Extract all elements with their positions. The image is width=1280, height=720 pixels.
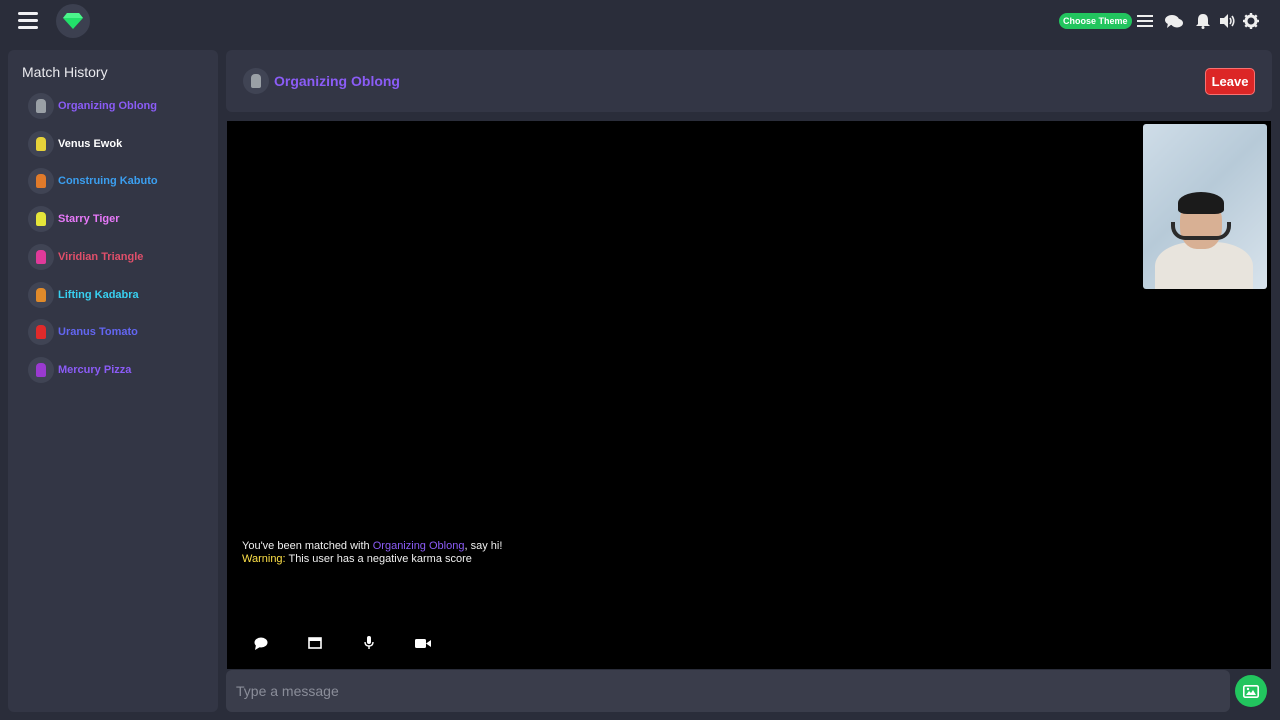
warning-label: Warning: bbox=[242, 553, 286, 565]
match-history-item[interactable]: Construing Kabuto bbox=[28, 167, 213, 195]
gear-icon[interactable] bbox=[1241, 11, 1261, 31]
match-message: You've been matched with Organizing Oblo… bbox=[242, 540, 502, 552]
match-avatar bbox=[28, 356, 54, 383]
warning-message: Warning: This user has a negative karma … bbox=[242, 553, 472, 565]
match-name: Viridian Triangle bbox=[58, 250, 144, 263]
bell-icon[interactable] bbox=[1193, 11, 1213, 31]
gem-logo-icon[interactable] bbox=[56, 4, 90, 38]
match-avatar bbox=[28, 168, 54, 195]
match-message-partner[interactable]: Organizing Oblong bbox=[373, 540, 465, 552]
image-upload-icon[interactable] bbox=[1235, 675, 1267, 707]
match-history-item[interactable]: Lifting Kadabra bbox=[28, 281, 213, 309]
speaker-icon[interactable] bbox=[1218, 11, 1238, 31]
window-icon[interactable] bbox=[307, 635, 323, 651]
top-bar: Choose Theme bbox=[0, 0, 1280, 42]
match-history-item[interactable]: Mercury Pizza bbox=[28, 356, 213, 384]
choose-theme-button[interactable]: Choose Theme bbox=[1059, 13, 1132, 29]
match-name: Organizing Oblong bbox=[58, 100, 157, 112]
video-camera-icon[interactable] bbox=[415, 635, 431, 651]
match-message-suffix: , say hi! bbox=[464, 540, 503, 552]
chat-header: Organizing Oblong Leave bbox=[226, 50, 1272, 112]
match-name: Venus Ewok bbox=[58, 137, 123, 150]
menu-icon[interactable] bbox=[18, 12, 38, 29]
match-history-item[interactable]: Venus Ewok bbox=[28, 130, 213, 158]
match-history-item[interactable]: Organizing Oblong bbox=[28, 92, 213, 120]
match-avatar bbox=[28, 206, 54, 233]
match-history-title: Match History bbox=[22, 64, 108, 80]
match-name: Mercury Pizza bbox=[58, 363, 132, 376]
warning-text: This user has a negative karma score bbox=[288, 553, 472, 565]
match-history-item[interactable]: Starry Tiger bbox=[28, 205, 213, 233]
microphone-icon[interactable] bbox=[361, 635, 377, 651]
chat-icon[interactable] bbox=[253, 635, 269, 651]
match-name: Construing Kabuto bbox=[58, 175, 158, 188]
chat-bubbles-icon[interactable] bbox=[1164, 11, 1184, 31]
match-history-item[interactable]: Viridian Triangle bbox=[28, 243, 213, 271]
match-avatar bbox=[28, 243, 54, 270]
list-icon[interactable] bbox=[1135, 11, 1155, 31]
match-avatar bbox=[28, 130, 54, 157]
match-name: Uranus Tomato bbox=[58, 326, 138, 339]
match-avatar bbox=[28, 319, 54, 346]
partner-avatar bbox=[243, 68, 269, 94]
self-video-preview[interactable] bbox=[1143, 124, 1267, 289]
match-avatar bbox=[28, 281, 54, 308]
match-history-panel: Match History Organizing Oblong Venus Ewo… bbox=[8, 50, 218, 712]
match-history-item[interactable]: Uranus Tomato bbox=[28, 318, 213, 346]
match-name: Starry Tiger bbox=[58, 213, 120, 226]
message-input[interactable] bbox=[226, 670, 1230, 712]
leave-button[interactable]: Leave bbox=[1205, 68, 1255, 95]
partner-name[interactable]: Organizing Oblong bbox=[274, 73, 400, 89]
match-name: Lifting Kadabra bbox=[58, 288, 139, 301]
video-area: You've been matched with Organizing Oblo… bbox=[227, 121, 1271, 669]
match-message-prefix: You've been matched with bbox=[242, 540, 370, 552]
match-avatar bbox=[28, 93, 54, 119]
